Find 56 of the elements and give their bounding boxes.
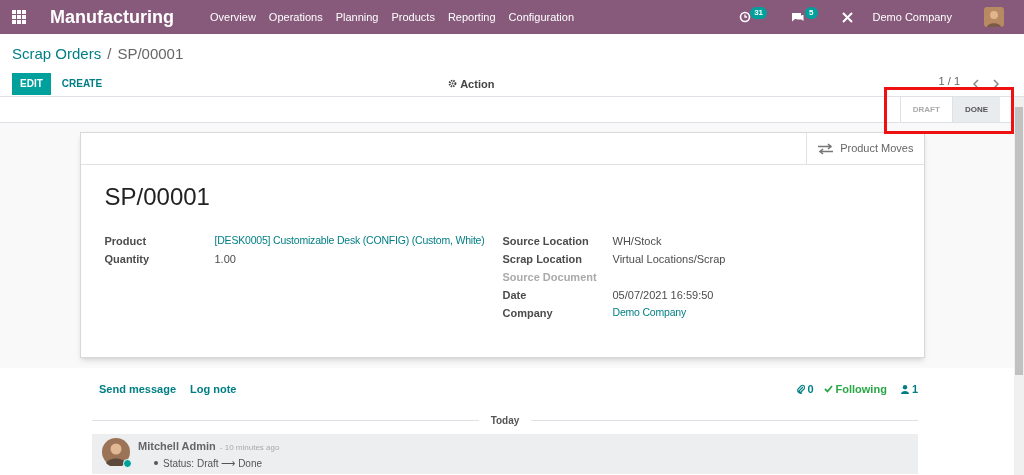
field-value: WH/Stock xyxy=(612,233,662,249)
previous-icon[interactable] xyxy=(972,78,980,89)
product-moves-button[interactable]: Product Moves xyxy=(806,133,924,164)
action-button[interactable]: Action xyxy=(448,75,495,92)
menu-item[interactable]: Reporting xyxy=(447,8,496,26)
breadcrumb-current: SP/00001 xyxy=(117,44,184,64)
field-value: 05/07/2021 16:59:50 xyxy=(612,287,714,303)
field-label: Scrap Location xyxy=(502,251,583,267)
author-avatar xyxy=(102,438,130,466)
following-button[interactable]: Following xyxy=(823,380,887,398)
menu-item[interactable]: Overview xyxy=(210,8,256,26)
status-stage[interactable]: DONE xyxy=(951,97,1000,122)
user-icon[interactable] xyxy=(900,384,909,394)
chat-icon[interactable] xyxy=(791,11,805,23)
breadcrumb-separator: / xyxy=(107,44,112,64)
field-label: Company xyxy=(502,305,554,321)
field-label: Product xyxy=(104,233,148,249)
follower-count[interactable]: 1 xyxy=(911,380,918,398)
message-count-badge: 5 xyxy=(805,7,818,19)
message-author: Mitchell Admin xyxy=(138,439,216,454)
scrollbar[interactable] xyxy=(1014,97,1024,475)
field-label: Source Location xyxy=(502,233,590,249)
attachment-count[interactable]: 0 xyxy=(807,380,814,398)
user-avatar[interactable] xyxy=(984,7,1004,27)
paperclip-icon[interactable] xyxy=(797,384,806,394)
field-label: Source Document xyxy=(502,269,598,285)
field-link[interactable]: Demo Company xyxy=(612,305,686,321)
activity-count-badge: 31 xyxy=(750,7,768,19)
menu-item[interactable]: Operations xyxy=(268,8,323,26)
next-icon[interactable] xyxy=(992,78,1000,89)
field-value: Virtual Locations/Scrap xyxy=(612,251,726,267)
field-label: Date xyxy=(502,287,528,303)
field-link[interactable]: [DESK0005] Customizable Desk (CONFIG) (Custom, White) xyxy=(214,233,485,249)
gear-icon xyxy=(448,79,458,89)
app-name[interactable]: Manufacturing xyxy=(50,3,174,31)
breadcrumb-link[interactable]: Scrap Orders xyxy=(12,43,102,66)
menu-item[interactable]: Products xyxy=(391,8,435,26)
tracking-value: Status: Draft ⟶ Done xyxy=(163,457,263,469)
apps-grid-icon[interactable] xyxy=(12,10,26,24)
transfer-icon xyxy=(817,142,835,155)
check-icon xyxy=(823,385,833,393)
clock-icon[interactable] xyxy=(739,11,752,23)
field-value: 1.00 xyxy=(214,251,236,267)
record-title: SP/00001 xyxy=(104,185,211,209)
send-message-link[interactable]: Send message xyxy=(99,380,177,398)
edit-button[interactable]: EDIT xyxy=(12,72,51,95)
tools-icon[interactable] xyxy=(841,11,853,23)
menu-item[interactable]: Configuration xyxy=(508,8,575,26)
field-label: Quantity xyxy=(104,251,151,267)
pager-value: 1 / 1 xyxy=(938,73,960,89)
company-switcher[interactable]: Demo Company xyxy=(872,8,952,26)
bullet-icon xyxy=(154,461,158,465)
menu-item[interactable]: Planning xyxy=(335,8,379,26)
create-button[interactable]: CREATE xyxy=(53,72,111,95)
log-note-link[interactable]: Log note xyxy=(190,380,237,398)
date-separator: Today xyxy=(489,413,521,428)
